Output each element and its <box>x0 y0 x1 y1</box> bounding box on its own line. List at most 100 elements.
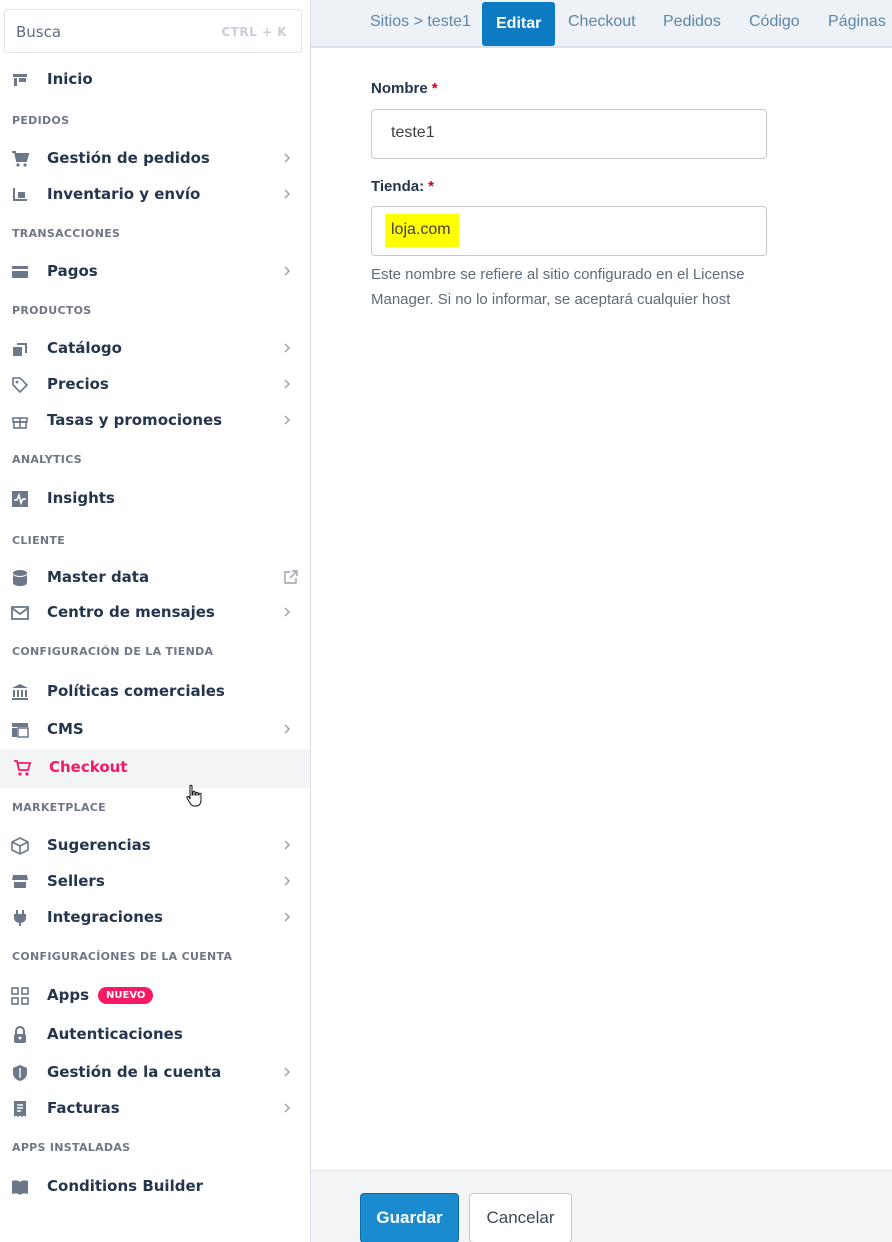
cart-icon <box>12 151 29 167</box>
required-mark: * <box>428 178 434 195</box>
sidebar-item-sellers[interactable]: Sellers <box>0 864 310 900</box>
section-title: PRODUCTOS <box>12 304 92 317</box>
section-title: ANALYTICS <box>12 453 82 466</box>
sidebar-item-pagos[interactable]: Pagos <box>0 254 310 290</box>
pulse-icon <box>12 491 28 507</box>
breadcrumb[interactable]: Sitios > teste1 <box>370 13 471 31</box>
new-badge: NUEVO <box>98 987 154 1004</box>
store-icon <box>13 74 27 86</box>
tag-icon <box>12 377 29 394</box>
invoice-icon <box>14 1101 26 1117</box>
form-footer: Guardar Cancelar <box>311 1170 892 1242</box>
shop-icon <box>12 875 28 888</box>
name-value: teste1 <box>391 124 435 141</box>
sidebar-item-integraciones[interactable]: Integraciones <box>0 900 310 936</box>
tab-codigo[interactable]: Código <box>749 13 800 31</box>
book-icon <box>12 1180 28 1195</box>
search-input[interactable]: Busca CTRL + K <box>4 9 302 53</box>
save-button[interactable]: Guardar <box>360 1193 459 1242</box>
mail-icon <box>11 606 29 620</box>
shield-icon <box>13 1065 27 1081</box>
sidebar-item-inicio[interactable]: Inicio <box>0 62 310 98</box>
chevron-right-icon <box>284 153 291 163</box>
sidebar-item-insights[interactable]: Insights <box>0 481 310 517</box>
chevron-right-icon <box>284 343 291 353</box>
cancel-button[interactable]: Cancelar <box>469 1193 572 1242</box>
sidebar-item-gestion-cuenta[interactable]: Gestión de la cuenta <box>0 1055 310 1091</box>
sidebar-item-label: Autenticaciones <box>47 1025 183 1043</box>
sidebar-item-label: Catálogo <box>47 339 122 357</box>
section-title: TRANSACCIONES <box>12 227 121 240</box>
hand-cursor-icon <box>186 784 202 807</box>
sidebar-item-tasas[interactable]: Tasas y promociones <box>0 403 310 439</box>
sidebar-item-label: Inicio <box>47 70 93 88</box>
sidebar-item-gestion-pedidos[interactable]: Gestión de pedidos <box>0 141 310 177</box>
chevron-right-icon <box>284 1103 291 1113</box>
chevron-right-icon <box>284 724 291 734</box>
gift-icon <box>12 417 28 429</box>
sidebar-item-label: Pagos <box>47 262 98 280</box>
sidebar-item-label: Apps <box>47 986 90 1004</box>
catalog-icon <box>13 343 27 356</box>
store-label-text: Tienda: <box>371 178 425 195</box>
sidebar-item-label: Integraciones <box>47 908 163 926</box>
chevron-right-icon <box>284 912 291 922</box>
sidebar-item-label: Insights <box>47 489 115 507</box>
name-label-text: Nombre <box>371 80 428 97</box>
card-icon <box>12 266 28 278</box>
sidebar-item-apps[interactable]: Apps NUEVO <box>0 978 310 1014</box>
sidebar-item-label: Conditions Builder <box>47 1177 204 1195</box>
sidebar-item-facturas[interactable]: Facturas <box>0 1091 310 1127</box>
name-field[interactable]: teste1 <box>371 109 767 159</box>
chevron-right-icon <box>284 415 291 425</box>
box-icon <box>11 837 29 855</box>
chevron-right-icon <box>284 379 291 389</box>
external-link-icon <box>284 570 298 584</box>
sidebar-item-label: Tasas y promociones <box>47 411 223 429</box>
grid-icon <box>11 987 29 1005</box>
chevron-right-icon <box>284 607 291 617</box>
sidebar-item-centro-mensajes[interactable]: Centro de mensajes <box>0 595 310 631</box>
chevron-right-icon <box>284 840 291 850</box>
sidebar-item-inventario[interactable]: Inventario y envío <box>0 177 310 213</box>
sidebar-item-label: Master data <box>47 568 150 586</box>
lock-icon <box>14 1026 26 1043</box>
plug-icon <box>14 910 26 926</box>
sidebar-item-label: Centro de mensajes <box>47 603 215 621</box>
sidebar-item-checkout[interactable]: Checkout <box>0 749 310 788</box>
sidebar-item-label: Gestión de pedidos <box>47 149 210 167</box>
sidebar-item-sugerencias[interactable]: Sugerencias <box>0 828 310 864</box>
sidebar-item-label: Sellers <box>47 872 105 890</box>
forklift-icon <box>13 188 27 201</box>
sidebar-item-catalogo[interactable]: Catálogo <box>0 331 310 367</box>
sidebar-item-master-data[interactable]: Master data <box>0 560 310 596</box>
tab-checkout[interactable]: Checkout <box>568 13 636 31</box>
sidebar-item-politicas[interactable]: Políticas comerciales <box>0 674 310 710</box>
sidebar-item-label: Sugerencias <box>47 836 151 854</box>
search-placeholder: Busca <box>16 23 62 41</box>
sidebar-item-cms[interactable]: CMS <box>0 712 310 748</box>
search-shortcut: CTRL + K <box>221 25 287 39</box>
chevron-right-icon <box>284 1067 291 1077</box>
sidebar-item-label: Inventario y envío <box>47 185 201 203</box>
sidebar-item-precios[interactable]: Precios <box>0 367 310 403</box>
required-mark: * <box>431 80 438 97</box>
chevron-right-icon <box>284 266 291 276</box>
sidebar-item-conditions-builder[interactable]: Conditions Builder <box>0 1169 310 1205</box>
store-help-text: Este nombre se refiere al sitio configur… <box>371 266 745 308</box>
cart-icon <box>14 760 31 776</box>
sidebar-item-label: Facturas <box>47 1099 120 1117</box>
store-field[interactable]: loja.com <box>371 206 767 256</box>
sidebar-item-label: Políticas comerciales <box>47 682 225 700</box>
section-title: CONFIGURACÍONES DE LA CUENTA <box>12 950 233 963</box>
store-label: Tienda: * <box>371 178 434 195</box>
sidebar-item-label: CMS <box>47 720 84 738</box>
tab-pedidos[interactable]: Pedidos <box>663 13 721 31</box>
tab-editar[interactable]: Editar <box>482 2 556 46</box>
layout-icon <box>12 723 29 738</box>
tab-paginas[interactable]: Páginas <box>828 13 886 31</box>
section-title: APPS INSTALADAS <box>12 1141 131 1154</box>
section-title: CONFIGURACIÓN DE LA TIENDA <box>12 645 214 658</box>
chevron-right-icon <box>284 876 291 886</box>
sidebar-item-autenticaciones[interactable]: Autenticaciones <box>0 1017 310 1053</box>
